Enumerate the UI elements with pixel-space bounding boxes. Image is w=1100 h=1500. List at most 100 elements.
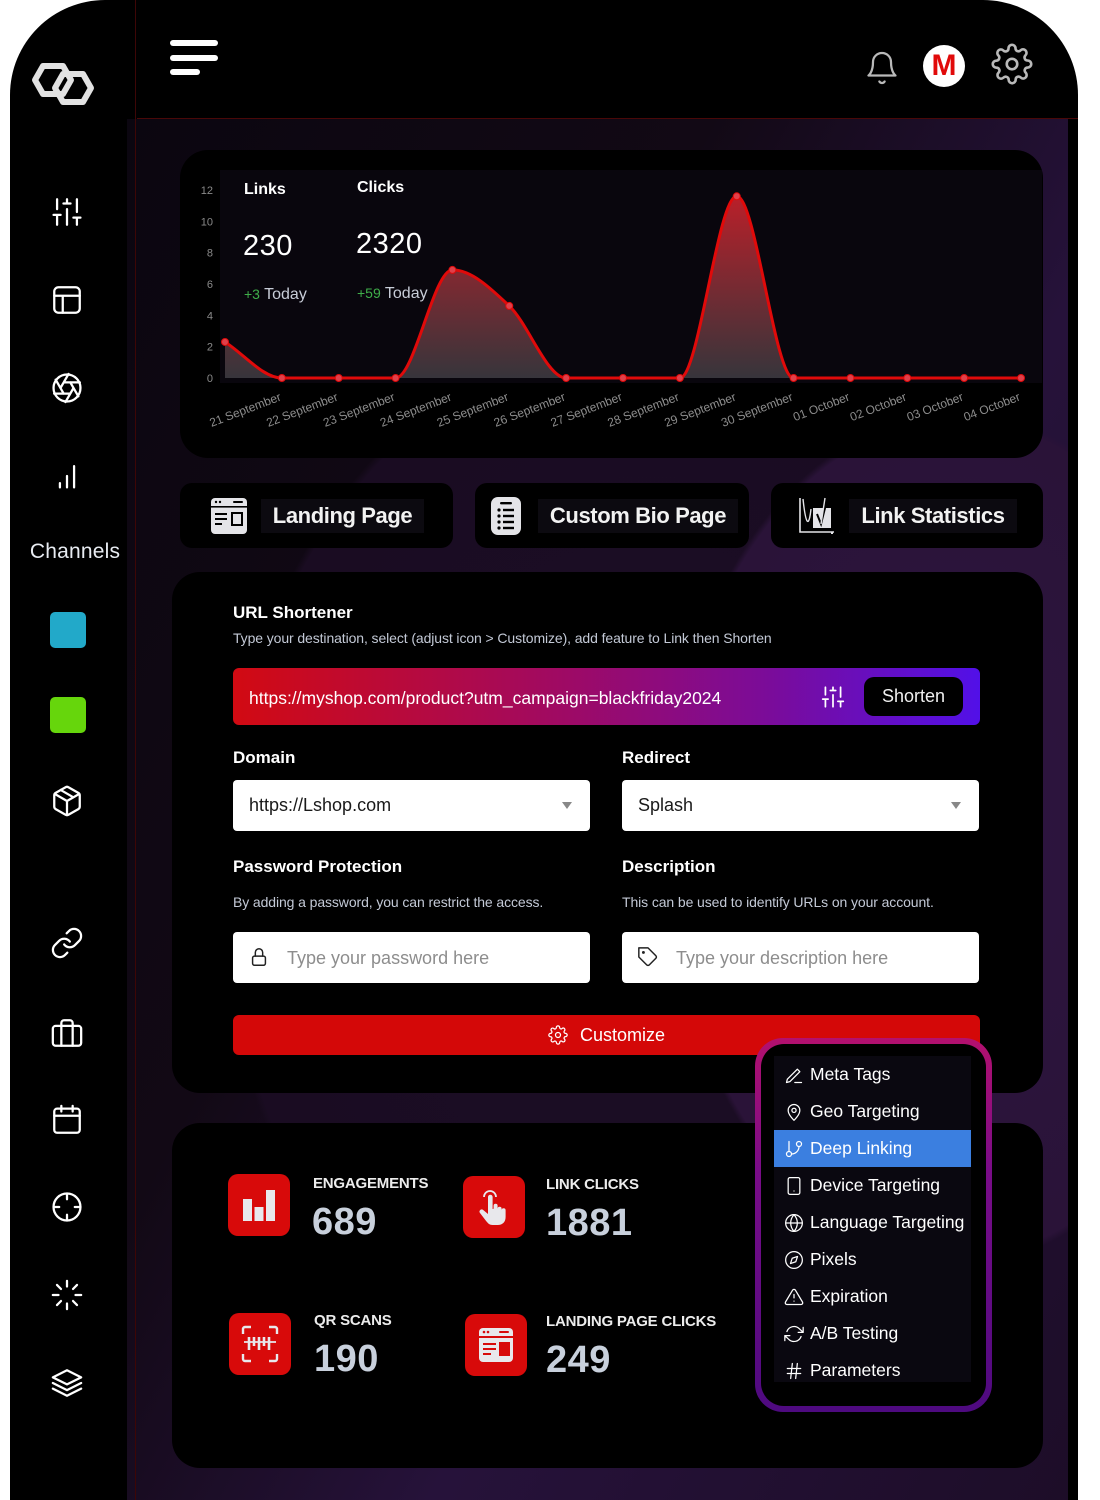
hamburger-menu-icon[interactable]: [170, 38, 220, 78]
user-avatar[interactable]: M: [923, 45, 965, 87]
header-divider: [137, 118, 1078, 119]
hexagon-logo-icon[interactable]: [27, 52, 99, 118]
description-input[interactable]: [674, 944, 968, 973]
y-tick-label: 0: [207, 373, 213, 385]
clicks-area-chart: 02468101221 September22 September23 Sept…: [201, 185, 1025, 430]
briefcase-icon[interactable]: [50, 1016, 84, 1050]
menu-item-label: Geo Targeting: [810, 1101, 920, 1121]
shorten-button[interactable]: Shorten: [864, 677, 963, 716]
engagements-label: ENGAGEMENTS: [313, 1175, 429, 1192]
clicks-value: 2320: [356, 228, 423, 260]
y-tick-label: 12: [201, 185, 213, 197]
chevron-down-icon: [562, 802, 572, 809]
gear-icon: [548, 1025, 568, 1045]
landing-page-clicks-label: LANDING PAGE CLICKS: [546, 1313, 717, 1330]
password-input[interactable]: [285, 944, 579, 973]
tab-landing-page-label: Landing Page: [260, 498, 425, 533]
x-tick-label: 03 October: [905, 390, 965, 424]
y-tick-label: 6: [207, 279, 213, 291]
tab-landing-page[interactable]: Landing Page: [180, 483, 453, 548]
chart-point[interactable]: [334, 374, 343, 382]
hash-icon: [786, 1362, 802, 1379]
links-label: Links: [244, 181, 286, 198]
menu-item-label: Parameters: [810, 1360, 901, 1380]
calendar-icon[interactable]: [50, 1103, 84, 1137]
loader-icon[interactable]: [50, 1278, 84, 1312]
layout-icon[interactable]: [50, 283, 84, 317]
redirect-select[interactable]: Splash: [622, 780, 979, 831]
chart-point[interactable]: [675, 374, 684, 382]
menu-item-geo-targeting[interactable]: Geo Targeting: [774, 1093, 971, 1130]
redirect-label: Redirect: [622, 748, 691, 767]
chart-point[interactable]: [846, 374, 855, 382]
menu-item-label: A/B Testing: [810, 1323, 899, 1343]
adjust-sliders-icon[interactable]: [820, 684, 846, 710]
x-tick-label: 04 October: [962, 390, 1022, 424]
pencil-icon: [785, 1068, 803, 1083]
customize-menu-list: Meta Tags Geo Targeting Deep Linking Dev…: [774, 1056, 971, 1382]
destination-url-input[interactable]: [247, 682, 811, 714]
qr-scan-icon: [229, 1313, 291, 1375]
x-tick-label: 02 October: [848, 390, 908, 424]
channel-swatch-blue[interactable]: [50, 612, 86, 648]
chart-point[interactable]: [619, 374, 627, 382]
clicks-delta: +59 Today: [357, 285, 428, 303]
map-pin-icon: [787, 1103, 801, 1121]
link-clicks-value: 1881: [546, 1202, 633, 1244]
customize-button-label: Customize: [579, 1024, 666, 1045]
box-icon[interactable]: [50, 784, 84, 818]
menu-item-meta-tags[interactable]: Meta Tags: [774, 1056, 971, 1093]
chart-point[interactable]: [732, 192, 741, 201]
url-bar: Shorten: [233, 668, 980, 725]
tab-custom-bio-page[interactable]: Custom Bio Page: [475, 483, 749, 548]
qr-scans-value: 190: [314, 1338, 379, 1380]
chart-point[interactable]: [562, 374, 571, 382]
aperture-icon[interactable]: [50, 371, 84, 405]
landing-page-icon: [210, 497, 247, 534]
chart-point[interactable]: [391, 374, 400, 382]
y-tick-label: 8: [207, 248, 213, 260]
sliders-icon[interactable]: [50, 195, 84, 229]
channels-section-label: Channels: [29, 540, 121, 563]
chart-point[interactable]: [221, 337, 229, 346]
chart-point[interactable]: [448, 265, 457, 274]
redirect-select-value: Splash: [638, 795, 694, 815]
hamburger-line: [170, 55, 218, 61]
layers-icon[interactable]: [50, 1366, 84, 1400]
menu-item-pixels[interactable]: Pixels: [774, 1241, 971, 1278]
menu-item-parameters[interactable]: Parameters: [774, 1352, 971, 1389]
browser-window-icon: [465, 1314, 527, 1376]
bar-chart-icon[interactable]: [50, 459, 84, 493]
chart-point[interactable]: [960, 374, 969, 382]
y-tick-label: 10: [201, 216, 213, 228]
url-shortener-title: URL Shortener: [233, 603, 353, 622]
chart-point[interactable]: [903, 374, 912, 382]
gear-icon[interactable]: [991, 43, 1033, 85]
menu-item-device-targeting[interactable]: Device Targeting: [774, 1167, 971, 1204]
password-field: [233, 932, 590, 983]
tablet-icon: [787, 1176, 801, 1195]
crosshair-icon[interactable]: [50, 1190, 84, 1224]
menu-item-ab-testing[interactable]: A/B Testing: [774, 1315, 971, 1352]
channel-swatch-green[interactable]: [50, 697, 86, 733]
password-protection-help: By adding a password, you can restrict t…: [233, 894, 544, 910]
landing-page-clicks-value: 249: [546, 1339, 611, 1381]
links-delta-label: Today: [264, 286, 307, 303]
hamburger-line: [170, 40, 218, 46]
chart-point[interactable]: [277, 374, 286, 382]
clicks-delta-count: +59: [357, 285, 381, 301]
chart-point[interactable]: [789, 374, 798, 382]
link-icon[interactable]: [50, 926, 84, 960]
menu-item-expiration[interactable]: Expiration: [774, 1278, 971, 1315]
chart-point[interactable]: [1017, 374, 1025, 382]
menu-item-deep-linking[interactable]: Deep Linking: [774, 1130, 971, 1167]
tab-link-statistics[interactable]: Link Statistics: [771, 483, 1043, 548]
link-statistics-icon: [799, 497, 835, 534]
menu-item-language-targeting[interactable]: Language Targeting: [774, 1204, 971, 1241]
menu-item-label: Deep Linking: [810, 1138, 913, 1158]
chart-point[interactable]: [505, 301, 514, 310]
url-shortener-subtitle: Type your destination, select (adjust ic…: [233, 630, 772, 646]
menu-item-label: Device Targeting: [810, 1175, 941, 1195]
domain-select[interactable]: https://Lshop.com: [233, 780, 590, 831]
bell-icon[interactable]: [864, 48, 900, 88]
